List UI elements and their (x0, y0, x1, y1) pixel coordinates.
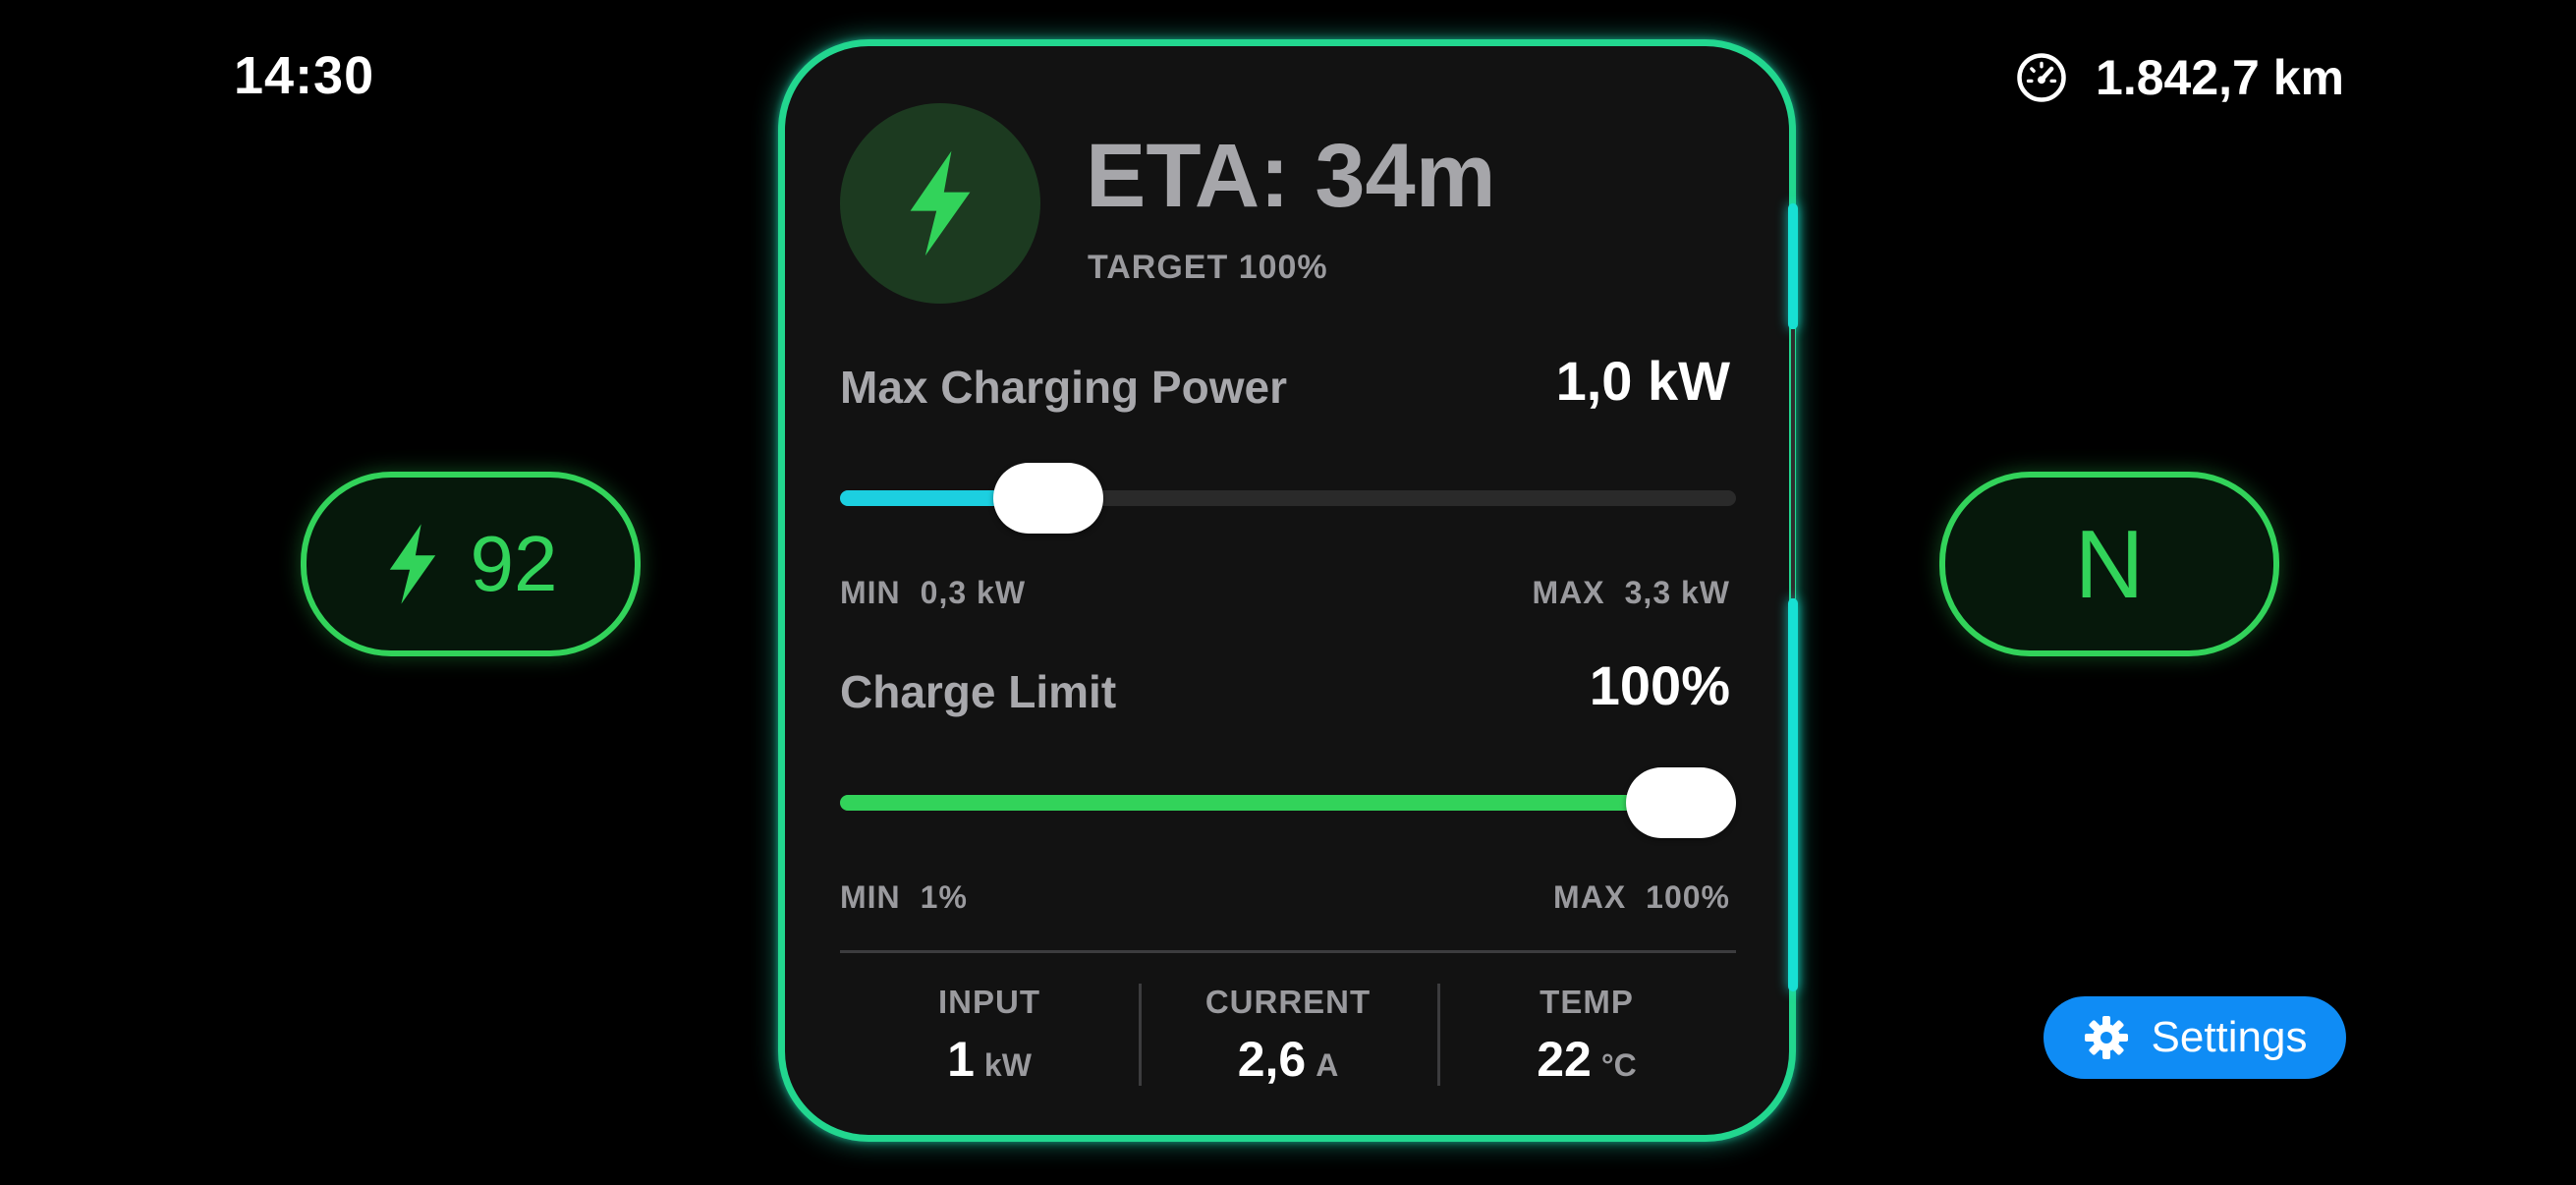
charge-limit-value: 100% (1589, 654, 1730, 716)
stat-current: CURRENT 2,6 A (1139, 984, 1437, 1088)
charge-limit-max: MAX 100% (1553, 879, 1730, 916)
stat-value: 1 kW (840, 1031, 1139, 1088)
divider (840, 950, 1736, 953)
scroll-track (1791, 329, 1795, 598)
eta-title: ETA: 34m (1086, 126, 1496, 226)
max-key: MAX (1553, 879, 1627, 915)
min-value: 0,3 kW (920, 575, 1027, 610)
settings-label: Settings (2151, 1013, 2308, 1061)
min-key: MIN (840, 879, 901, 915)
charging-panel: ETA: 34m TARGET 100% Max Charging Power … (778, 39, 1798, 1142)
max-value: 3,3 kW (1624, 575, 1730, 610)
odometer-value: 1.842,7 km (2096, 50, 2344, 105)
scroll-indicator (1788, 598, 1798, 991)
stat-number: 22 (1537, 1032, 1592, 1087)
stat-number: 2,6 (1237, 1032, 1307, 1087)
max-power-label: Max Charging Power (840, 362, 1287, 413)
speedometer-icon (2015, 51, 2068, 104)
bolt-icon (384, 524, 441, 604)
max-power-max: MAX 3,3 kW (1533, 575, 1730, 611)
gear-label: N (2074, 509, 2145, 618)
charge-limit-slider[interactable] (840, 767, 1736, 838)
battery-level: 92 (470, 520, 558, 607)
gear-icon (2083, 1014, 2130, 1061)
max-power-min: MIN 0,3 kW (840, 575, 1026, 611)
max-power-value: 1,0 kW (1555, 350, 1730, 412)
charging-status-icon (840, 103, 1040, 304)
stat-number: 1 (947, 1032, 975, 1087)
gear-indicator: N (1939, 472, 2279, 656)
scroll-indicator (1788, 203, 1798, 329)
stat-label: CURRENT (1204, 984, 1372, 1020)
max-key: MAX (1532, 575, 1605, 610)
max-power-slider[interactable] (840, 463, 1736, 534)
stat-label: INPUT (938, 984, 1040, 1020)
battery-level-pill: 92 (301, 472, 641, 656)
odometer: 1.842,7 km (2015, 43, 2344, 112)
max-power-slider-thumb[interactable] (993, 463, 1104, 534)
max-value: 100% (1646, 879, 1730, 915)
stat-value: 22 °C (1437, 1031, 1736, 1088)
stat-unit: °C (1600, 1047, 1637, 1083)
charging-stats: INPUT 1 kW CURRENT 2,6 A TEMP 22 °C (840, 984, 1736, 1088)
stat-label: TEMP (1540, 984, 1634, 1020)
charging-screen: 14:30 1.842,7 km 92 N ETA: 34m TARGET 10… (0, 0, 2576, 1185)
target-label: TARGET 100% (1088, 249, 1328, 286)
stat-temp: TEMP 22 °C (1437, 984, 1736, 1088)
charge-limit-label: Charge Limit (840, 666, 1117, 717)
min-value: 1% (920, 879, 968, 915)
charge-limit-slider-fill (840, 795, 1736, 811)
charge-limit-min: MIN 1% (840, 879, 968, 916)
clock: 14:30 (234, 46, 375, 105)
charge-limit-slider-thumb[interactable] (1626, 767, 1736, 838)
stat-input: INPUT 1 kW (840, 984, 1139, 1088)
bolt-icon (910, 150, 971, 256)
stat-value: 2,6 A (1139, 1031, 1437, 1088)
stat-unit: A (1316, 1047, 1339, 1083)
settings-button[interactable]: Settings (2044, 996, 2346, 1079)
stat-unit: kW (983, 1047, 1032, 1083)
min-key: MIN (840, 575, 901, 610)
